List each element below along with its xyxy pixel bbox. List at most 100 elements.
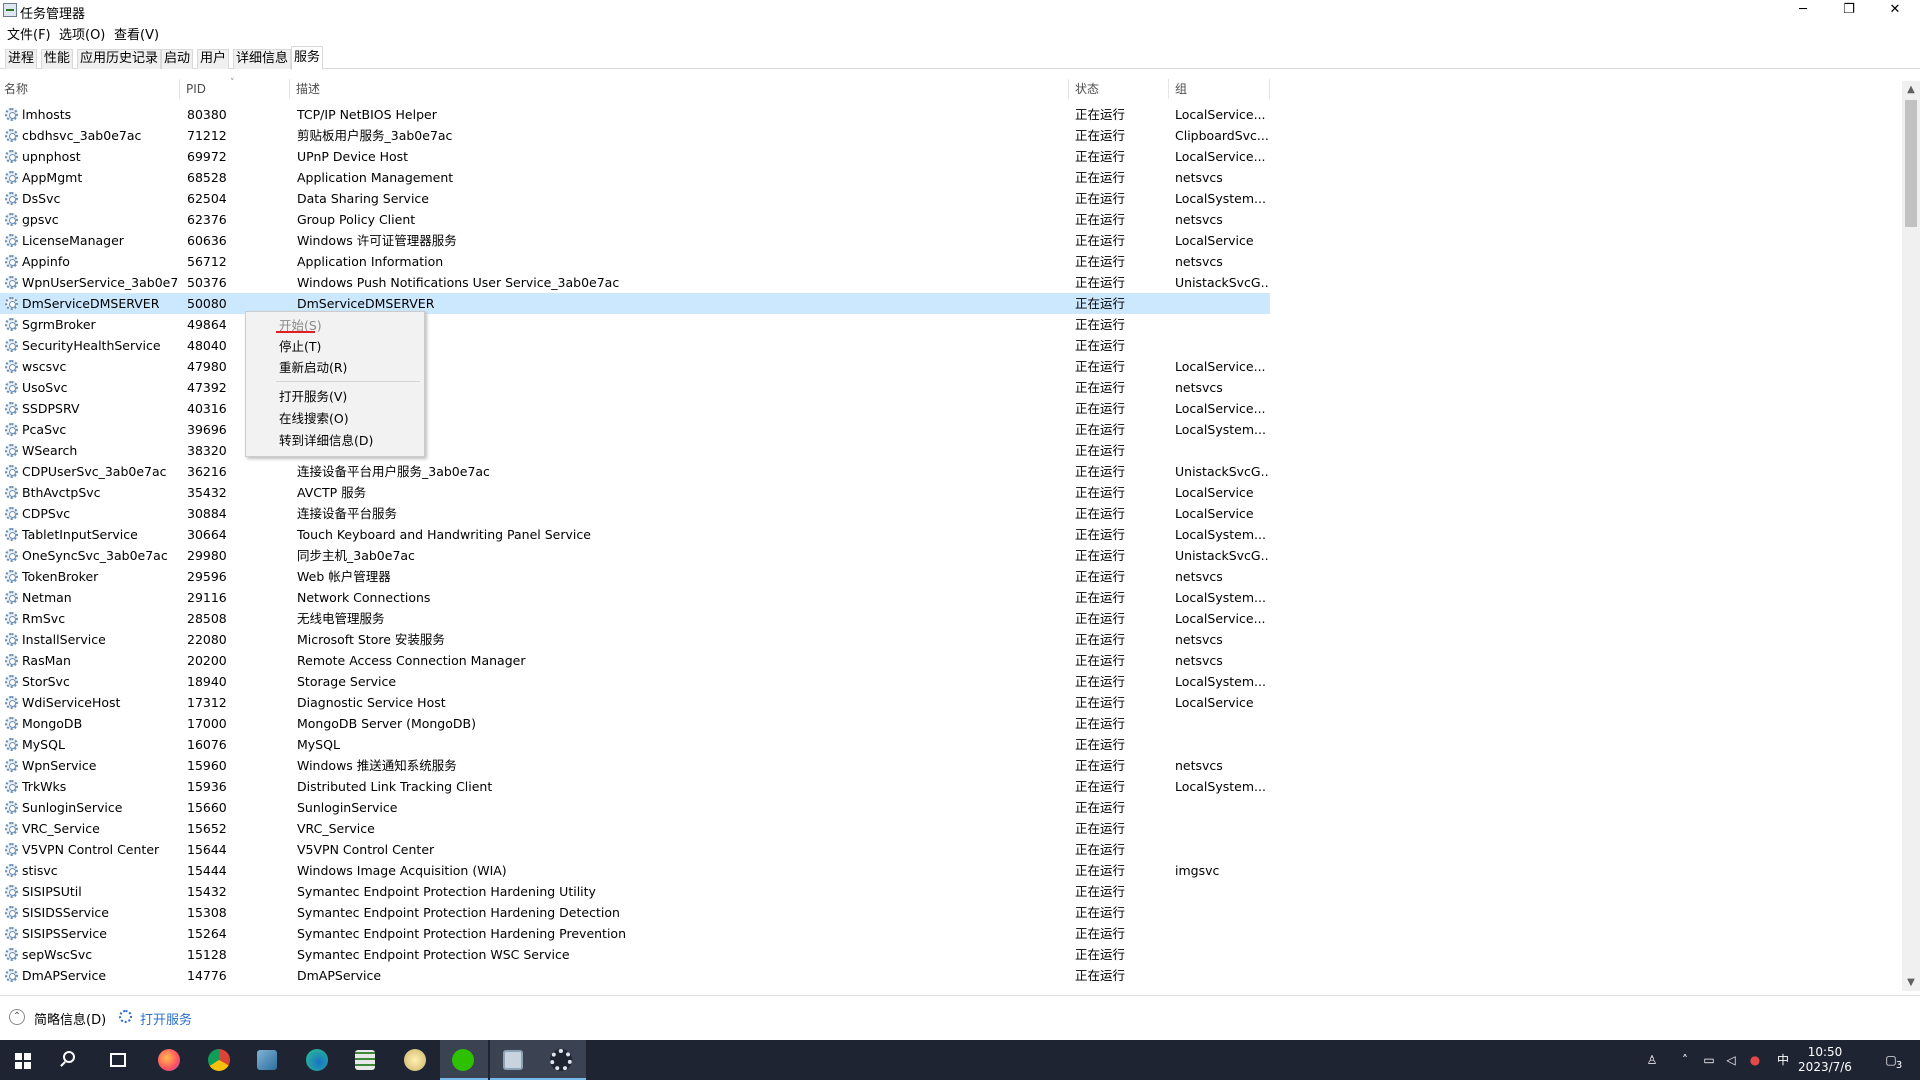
chevron-up-icon[interactable]: ⌃: [9, 1009, 25, 1025]
context-stop[interactable]: 停止(T): [279, 337, 321, 357]
context-search-online[interactable]: 在线搜索(O): [279, 409, 349, 429]
taskbar-edge[interactable]: [294, 1040, 342, 1080]
service-gear-icon: [5, 402, 18, 415]
table-row[interactable]: SISIDSService 15308 Symantec Endpoint Prot…: [0, 902, 1270, 923]
context-start[interactable]: 开始(S): [279, 316, 322, 336]
fewer-details-link[interactable]: 简略信息(D): [34, 1009, 106, 1028]
table-row[interactable]: cbdhsvc_3ab0e7ac 71212 剪贴板用户服务_3ab0e7ac 正在运…: [0, 125, 1270, 146]
col-name[interactable]: 名称: [0, 79, 180, 99]
table-row[interactable]: sepWscSvc 15128 Symantec Endpoint Protecti…: [0, 944, 1270, 965]
people-icon[interactable]: ♙: [1640, 1040, 1664, 1080]
table-row[interactable]: WSearch 38320 正在运行: [0, 440, 1270, 461]
service-pid: 28508: [187, 611, 227, 626]
table-row[interactable]: Netman 29116 Network Connections 正在运行 LocalS…: [0, 587, 1270, 608]
start-button[interactable]: [0, 1040, 48, 1080]
table-row[interactable]: StorSvc 18940 Storage Service 正在运行 LocalSyst…: [0, 671, 1270, 692]
table-row[interactable]: V5VPN Control Center 15644 V5VPN Control C…: [0, 839, 1270, 860]
table-row[interactable]: RasMan 20200 Remote Access Connection Mana…: [0, 650, 1270, 671]
network-icon[interactable]: ▭: [1700, 1040, 1718, 1080]
table-row[interactable]: InstallService 22080 Microsoft Store 安装服务 正…: [0, 629, 1270, 650]
volume-icon[interactable]: ◁: [1722, 1040, 1740, 1080]
table-row[interactable]: Appinfo 56712 Application Information 正在运行 n…: [0, 251, 1270, 272]
table-row[interactable]: SISIPSService 15264 Symantec Endpoint Prot…: [0, 923, 1270, 944]
context-open-services[interactable]: 打开服务(V): [279, 387, 347, 407]
table-row[interactable]: WdiServiceHost 17312 Diagnostic Service Ho…: [0, 692, 1270, 713]
vertical-scrollbar[interactable]: ▲ ▼: [1902, 81, 1920, 991]
table-row[interactable]: PcaSvc39696y Assistant Service正在运行LocalS…: [0, 419, 1270, 440]
service-group: netsvcs: [1175, 632, 1223, 647]
service-pid: 71212: [187, 128, 227, 143]
table-row[interactable]: AppMgmt 68528 Application Management 正在运行 ne…: [0, 167, 1270, 188]
notification-count: 3: [1895, 1060, 1903, 1071]
table-row[interactable]: CDPSvc 30884 连接设备平台服务 正在运行 LocalService: [0, 503, 1270, 524]
tab-services[interactable]: 服务: [291, 46, 324, 70]
scroll-down-icon[interactable]: ▼: [1902, 974, 1920, 991]
table-row[interactable]: TabletInputService 30664 Touch Keyboard an…: [0, 524, 1270, 545]
table-row[interactable]: SgrmBroker49864监视代理正在运行: [0, 314, 1270, 335]
taskbar-chrome[interactable]: [196, 1040, 244, 1080]
taskbar-wechat[interactable]: [440, 1040, 488, 1080]
table-row[interactable]: TokenBroker 29596 Web 帐户管理器 正在运行 netsvcs: [0, 566, 1270, 587]
col-status[interactable]: 状态: [1071, 79, 1169, 99]
menu-options[interactable]: 选项(O): [59, 24, 105, 43]
table-row[interactable]: SunloginService 15660 SunloginService 正在运行: [0, 797, 1270, 818]
table-row[interactable]: MongoDB 17000 MongoDB Server (MongoDB) 正在运行: [0, 713, 1270, 734]
table-row[interactable]: WpnService 15960 Windows 推送通知系统服务 正在运行 netsv…: [0, 755, 1270, 776]
table-row[interactable]: gpsvc 62376 Group Policy Client 正在运行 netsvcs: [0, 209, 1270, 230]
table-row[interactable]: RmSvc 28508 无线电管理服务 正在运行 LocalService...: [0, 608, 1270, 629]
table-row[interactable]: SISIPSUtil 15432 Symantec Endpoint Protect…: [0, 881, 1270, 902]
table-row[interactable]: BthAvctpSvc 35432 AVCTP 服务 正在运行 LocalService: [0, 482, 1270, 503]
col-pid[interactable]: PID: [182, 79, 290, 99]
tab-startup[interactable]: 启动: [161, 49, 194, 69]
tab-users[interactable]: 用户: [197, 49, 230, 69]
service-description: Symantec Endpoint Protection Hardening D…: [297, 905, 620, 920]
context-go-to-details[interactable]: 转到详细信息(D): [279, 431, 373, 451]
services-icon: [119, 1010, 132, 1023]
table-row[interactable]: DsSvc 62504 Data Sharing Service 正在运行 LocalS…: [0, 188, 1270, 209]
context-restart[interactable]: 重新启动(R): [279, 358, 347, 378]
table-row[interactable]: MySQL 16076 MySQL 正在运行: [0, 734, 1270, 755]
taskbar-notepad[interactable]: [244, 1040, 292, 1080]
tab-processes[interactable]: 进程: [5, 49, 38, 69]
table-row[interactable]: wscsvc 47980 正在运行 LocalService...: [0, 356, 1270, 377]
close-button[interactable]: ✕: [1872, 0, 1918, 22]
chevron-up-icon[interactable]: ˄: [1676, 1040, 1694, 1080]
table-row[interactable]: TrkWks 15936 Distributed Link Tracking Cli…: [0, 776, 1270, 797]
table-row[interactable]: SecurityHealthService 48040 正在运行: [0, 335, 1270, 356]
taskbar-firefox[interactable]: [146, 1040, 194, 1080]
taskbar-settings[interactable]: [538, 1040, 586, 1080]
table-row[interactable]: lmhosts 80380 TCP/IP NetBIOS Helper 正在运行 Loc…: [0, 104, 1270, 125]
table-row[interactable]: DmServiceDMSERVER 50080 DmServiceDMSERVER 正…: [0, 293, 1270, 314]
table-row[interactable]: DmAPService 14776 DmAPService 正在运行: [0, 965, 1270, 986]
system-clock[interactable]: 10:50 2023/7/6: [1789, 1045, 1861, 1075]
tab-details[interactable]: 详细信息: [233, 49, 292, 69]
table-row[interactable]: VRC_Service 15652 VRC_Service 正在运行: [0, 818, 1270, 839]
menu-file[interactable]: 文件(F): [7, 24, 51, 43]
table-row[interactable]: LicenseManager 60636 Windows 许可证管理器服务 正在运行 L…: [0, 230, 1270, 251]
taskbar-photos[interactable]: [392, 1040, 440, 1080]
scrollbar-thumb[interactable]: [1905, 100, 1917, 227]
table-row[interactable]: upnphost 69972 UPnP Device Host 正在运行 LocalSe…: [0, 146, 1270, 167]
search-button[interactable]: [48, 1040, 96, 1080]
taskbar-task-manager[interactable]: [490, 1040, 538, 1080]
task-view-button[interactable]: [96, 1040, 144, 1080]
tab-app-history[interactable]: 应用历史记录: [77, 49, 162, 69]
qq-icon[interactable]: ●: [1746, 1040, 1764, 1080]
table-row[interactable]: SSDPSRV 40316 正在运行 LocalService...: [0, 398, 1270, 419]
scroll-up-icon[interactable]: ▲: [1902, 81, 1920, 98]
table-row[interactable]: WpnUserService_3ab0e7... 50376 Windows Pus…: [0, 272, 1270, 293]
table-row[interactable]: stisvc 15444 Windows Image Acquisition (WI…: [0, 860, 1270, 881]
open-services-link[interactable]: 打开服务: [140, 1009, 192, 1028]
table-row[interactable]: CDPUserSvc_3ab0e7ac 36216 连接设备平台用户服务_3ab0e…: [0, 461, 1270, 482]
taskbar-spreadsheet[interactable]: [342, 1040, 390, 1080]
tab-performance[interactable]: 性能: [41, 49, 74, 69]
service-description: Group Policy Client: [297, 212, 416, 227]
menu-view[interactable]: 查看(V): [114, 24, 159, 43]
table-row[interactable]: OneSyncSvc_3ab0e7ac 29980 同步主机_3ab0e7ac 正在运…: [0, 545, 1270, 566]
col-group[interactable]: 组: [1171, 79, 1270, 99]
minimize-button[interactable]: ─: [1780, 0, 1826, 22]
table-row[interactable]: UsoSvc47392ervice正在运行netsvcs: [0, 377, 1270, 398]
restore-button[interactable]: ❐: [1826, 0, 1872, 22]
service-gear-icon: [5, 906, 18, 919]
col-description[interactable]: 描述: [292, 79, 1069, 99]
